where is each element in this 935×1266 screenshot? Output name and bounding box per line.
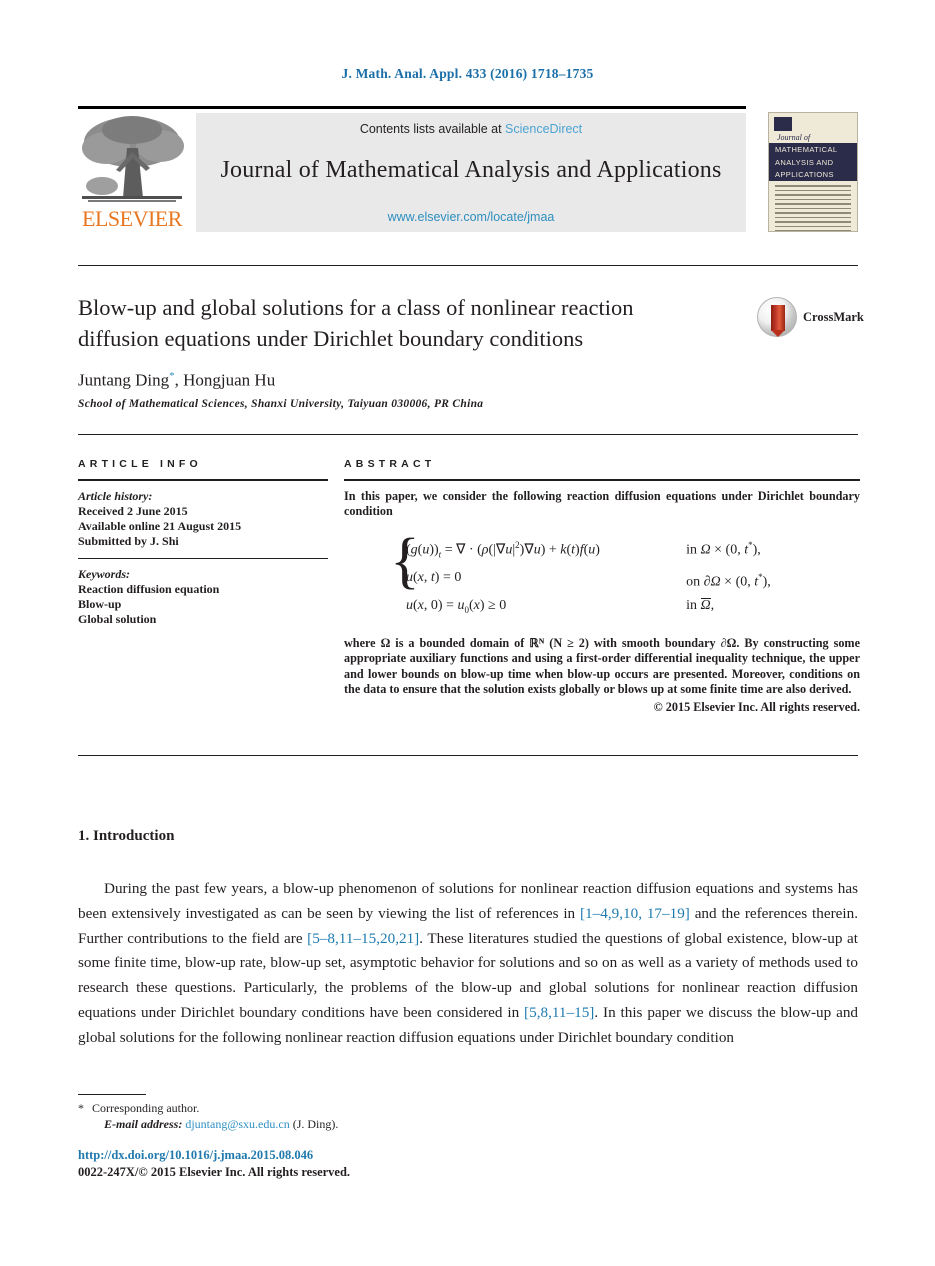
cover-journal-of: Journal of	[777, 133, 811, 142]
title-rule-top	[78, 265, 858, 266]
crossmark-label: CrossMark	[803, 310, 864, 324]
equation-row-rhs: in Ω,	[686, 597, 715, 613]
elsevier-wordmark: ELSEVIER	[82, 206, 182, 231]
equation-row-lhs: u(x, 0) = u0(x) ≥ 0	[406, 597, 507, 615]
cover-band-line1: MATHEMATICAL	[775, 145, 838, 154]
title-line-2: diffusion equations under Dirichlet boun…	[78, 326, 584, 351]
page-title: Blow-up and global solutions for a class…	[78, 292, 718, 354]
title-line-1: Blow-up and global solutions for a class…	[78, 295, 634, 320]
equation-row: u(x, 0) = u0(x) ≥ 0 in Ω,	[406, 594, 860, 622]
keyword-item: Reaction diffusion equation	[78, 582, 220, 596]
author-name-rest: , Hongjuan Hu	[174, 370, 276, 390]
contents-lists-line: Contents lists available at ScienceDirec…	[196, 122, 746, 136]
affiliation: School of Mathematical Sciences, Shanxi …	[78, 398, 484, 410]
abstract-equation-system: { (g(u))t = ∇ · (ρ(|∇u|2)∇u) + k(t)f(u) …	[344, 530, 860, 622]
keywords-label: Keywords:	[78, 567, 130, 581]
article-info-column: ARTICLE INFO Article history: Received 2…	[78, 458, 328, 627]
equation-row-lhs: u(x, t) = 0	[406, 570, 462, 586]
equation-brace: {	[390, 526, 420, 595]
crossmark-badge[interactable]: CrossMark	[757, 297, 864, 339]
email-owner: (J. Ding).	[292, 1117, 339, 1131]
article-history-submitted: Submitted by J. Shi	[78, 534, 179, 548]
footnote-block: * Corresponding author. E-mail address: d…	[78, 1100, 638, 1132]
doi-link[interactable]: http://dx.doi.org/10.1016/j.jmaa.2015.08…	[78, 1148, 313, 1163]
email-note: E-mail address: djuntang@sxu.edu.cn (J. …	[78, 1116, 638, 1132]
article-info-rule-1	[78, 479, 328, 481]
crossmark-book-shape	[771, 305, 785, 337]
section-heading-introduction: 1. Introduction	[78, 828, 175, 844]
running-head: J. Math. Anal. Appl. 433 (2016) 1718–173…	[341, 66, 594, 81]
keyword-item: Blow-up	[78, 597, 122, 611]
abstract-rule-bottom	[78, 755, 858, 756]
journal-title: Journal of Mathematical Analysis and App…	[220, 157, 722, 183]
cover-text-lines	[775, 185, 851, 231]
cover-band-line2: ANALYSIS AND	[775, 157, 834, 167]
citation-link-2[interactable]: [5–8,11–15,20,21]	[307, 930, 419, 947]
email-address-label: E-mail address:	[104, 1117, 183, 1131]
abstract-body: where Ω is a bounded domain of ℝᴺ (N ≥ 2…	[344, 635, 860, 696]
citation-link-1[interactable]: [1–4,9,10, 17–19]	[580, 905, 690, 922]
article-history-received: Received 2 June 2015	[78, 504, 188, 518]
crossmark-icon	[757, 297, 797, 337]
abstract-intro: In this paper, we consider the following…	[344, 489, 860, 519]
equation-row-lhs: (g(u))t = ∇ · (ρ(|∇u|2)∇u) + k(t)f(u)	[406, 539, 600, 560]
equation-row-rhs: in Ω × (0, t*),	[686, 539, 761, 558]
cover-title-band: MATHEMATICAL ANALYSIS AND APPLICATIONS	[769, 143, 857, 181]
title-rule-bottom	[78, 434, 858, 435]
journal-url-link[interactable]: www.elsevier.com/locate/jmaa	[196, 210, 746, 224]
author-list: Juntang Ding*, Hongjuan Hu	[78, 370, 275, 391]
elsevier-logo: ELSEVIER	[78, 112, 186, 232]
author-name-1: Juntang Ding	[78, 370, 170, 390]
article-info-rule-2	[78, 558, 328, 559]
equation-row-rhs: on ∂Ω × (0, t*),	[686, 572, 771, 590]
sciencedirect-link[interactable]: ScienceDirect	[505, 122, 582, 136]
article-history-online: Available online 21 August 2015	[78, 519, 242, 533]
abstract-rule	[344, 479, 860, 481]
issn-copyright-line: 0022-247X/© 2015 Elsevier Inc. All right…	[78, 1165, 351, 1179]
abstract-heading: ABSTRACT	[344, 458, 436, 470]
masthead-top-rule	[78, 106, 746, 109]
footnote-rule	[78, 1094, 146, 1095]
contents-box: Contents lists available at ScienceDirec…	[196, 113, 746, 232]
citation-link-3[interactable]: [5,8,11–15]	[524, 1004, 594, 1021]
elsevier-tree-icon	[80, 112, 184, 204]
corresponding-author-text: Corresponding author.	[92, 1101, 200, 1115]
journal-masthead: ELSEVIER Contents lists available at Sci…	[78, 106, 858, 232]
cover-band-line3: APPLICATIONS	[775, 170, 834, 179]
cover-elsevier-mark	[774, 117, 792, 131]
footnote-star-marker: *	[78, 1101, 84, 1115]
equation-row: u(x, t) = 0 on ∂Ω × (0, t*),	[406, 566, 860, 594]
keyword-item: Global solution	[78, 612, 157, 626]
article-info-heading: ARTICLE INFO	[78, 458, 202, 470]
journal-cover-thumbnail[interactable]: Journal of MATHEMATICAL ANALYSIS AND APP…	[768, 112, 858, 232]
introduction-paragraph: During the past few years, a blow-up phe…	[78, 877, 858, 1051]
article-history-label: Article history:	[78, 489, 153, 503]
corresponding-author-note: * Corresponding author.	[78, 1100, 638, 1116]
email-link[interactable]: djuntang@sxu.edu.cn	[185, 1117, 289, 1131]
abstract-column: ABSTRACT In this paper, we consider the …	[344, 458, 860, 715]
contents-prefix: Contents lists available at	[359, 122, 506, 136]
equation-row: (g(u))t = ∇ · (ρ(|∇u|2)∇u) + k(t)f(u) in…	[406, 534, 860, 566]
abstract-copyright: © 2015 Elsevier Inc. All rights reserved…	[653, 700, 860, 715]
